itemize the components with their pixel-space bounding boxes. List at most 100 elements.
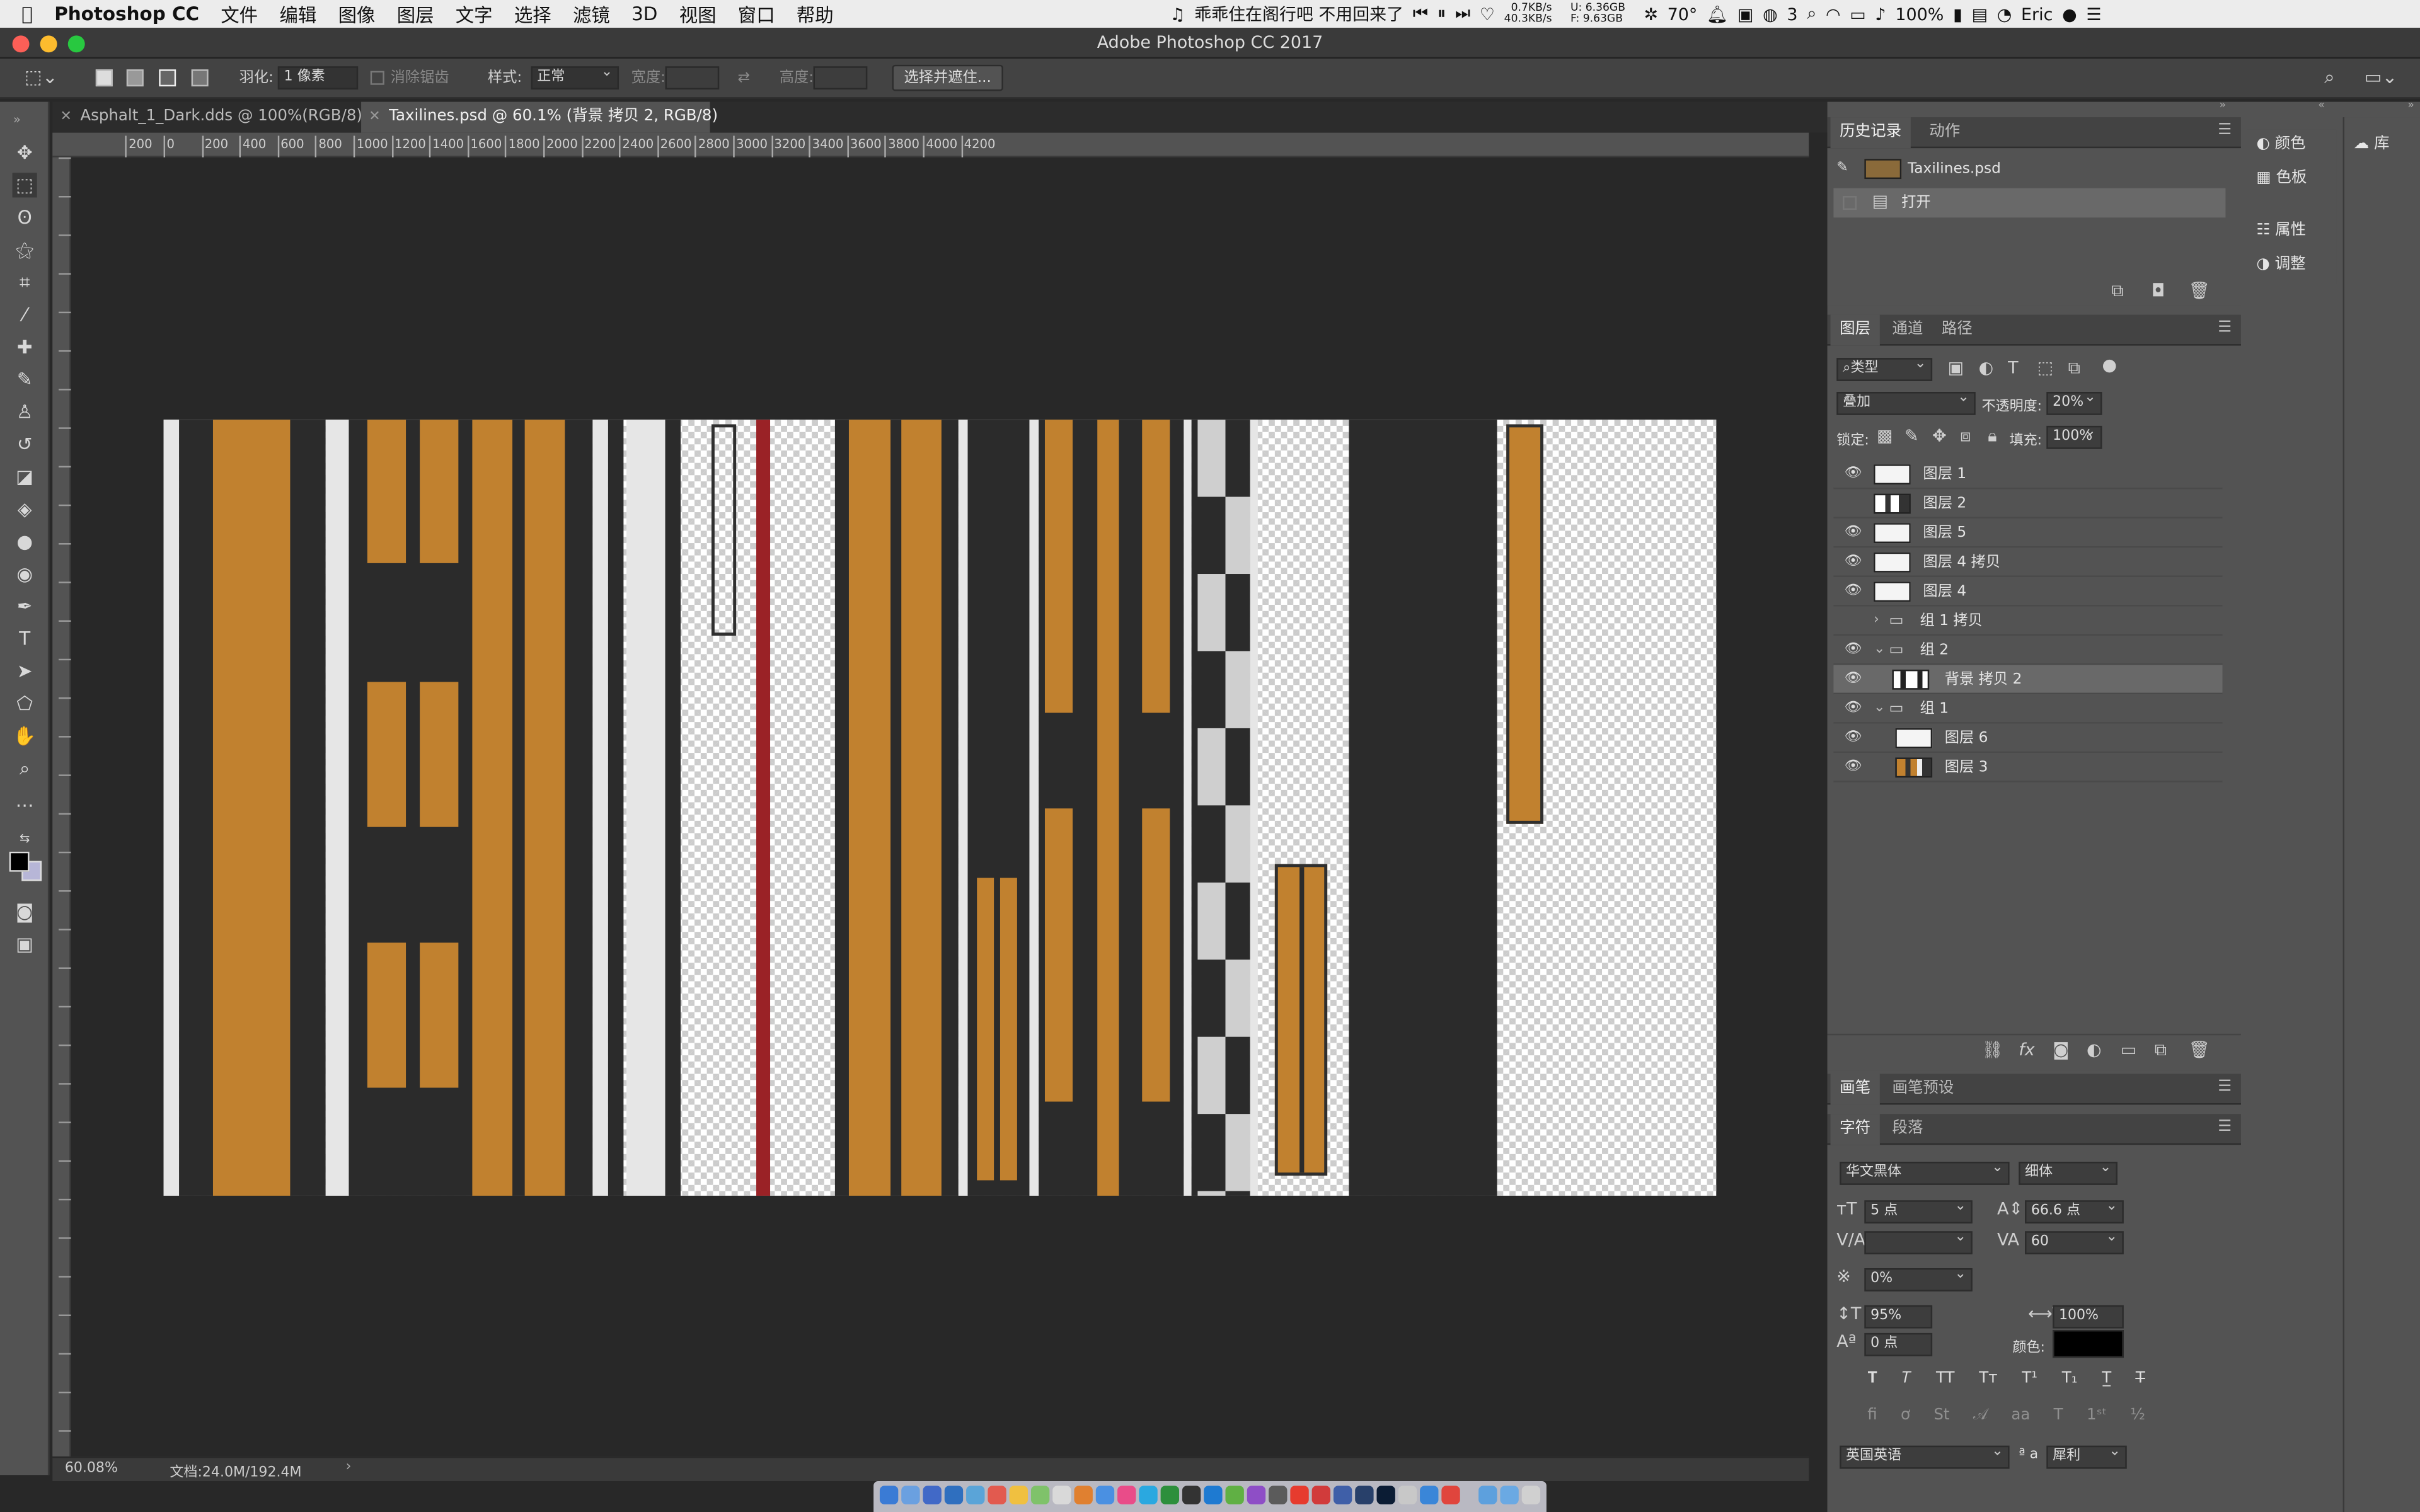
foreground-color-swatch[interactable] <box>9 851 30 872</box>
dock-app-icon[interactable] <box>1355 1486 1374 1504</box>
temperature[interactable]: 70° <box>1668 4 1698 24</box>
new-selection-icon[interactable] <box>95 69 113 87</box>
filter-adjustment-icon[interactable]: ◐ <box>1979 358 1994 379</box>
disk-usage[interactable]: U: 6.36GB F: 9.63GB <box>1570 3 1635 25</box>
dodge-tool-icon[interactable]: ◉ <box>13 561 37 586</box>
message-icon[interactable]: ▣ <box>1737 4 1753 24</box>
crop-tool-icon[interactable]: ⌗ <box>13 270 37 295</box>
new-group-icon[interactable]: ▭ <box>2121 1040 2136 1062</box>
document-size[interactable]: 文档:24.0M/192.4M <box>170 1461 301 1481</box>
history-brush-tool-icon[interactable]: ↺ <box>13 432 37 457</box>
menu-image[interactable]: 图像 <box>338 1 376 27</box>
close-tab-icon[interactable]: ✕ <box>369 102 380 133</box>
dock-app-icon[interactable] <box>988 1486 1006 1504</box>
dock-app-icon[interactable] <box>1139 1486 1158 1504</box>
dock-app-icon[interactable] <box>901 1486 920 1504</box>
path-selection-tool-icon[interactable]: ➤ <box>13 659 37 684</box>
history-snapshot[interactable]: ✎ Taxilines.psd <box>1833 154 2225 184</box>
now-playing[interactable]: 乖乖住在阁行吧 不用回来了 <box>1194 1 1403 26</box>
network-speed[interactable]: 0.7KB/s 40.3KB/s <box>1504 3 1562 25</box>
tab-brush-presets[interactable]: 画笔预设 <box>1883 1074 1963 1104</box>
minimize-window-icon[interactable] <box>40 35 57 53</box>
status-menu-icon[interactable]: › <box>346 1460 352 1475</box>
menu-app-name[interactable]: Photoshop CC <box>54 3 199 25</box>
wechat-count[interactable]: 3 <box>1787 4 1797 24</box>
filter-smart-object-icon[interactable]: ⧉ <box>2068 358 2080 379</box>
new-document-from-state-icon[interactable]: ⧉ <box>2111 281 2123 302</box>
old-style-icon[interactable]: ơ <box>1901 1407 1910 1424</box>
faux-bold-icon[interactable]: 𝐓 <box>1867 1370 1877 1387</box>
dock-app-icon[interactable] <box>1311 1486 1331 1504</box>
add-mask-icon[interactable]: ◙ <box>2053 1040 2069 1062</box>
font-size-input[interactable]: 5 点 <box>1864 1197 1973 1224</box>
strikethrough-icon[interactable]: T̶ <box>2136 1370 2145 1387</box>
more-tools-icon[interactable]: ⋯ <box>13 793 37 818</box>
eye-hidden-icon[interactable]: 👁︎ <box>1845 606 1862 636</box>
dock-folder-icon[interactable] <box>1500 1486 1519 1504</box>
tracking-input[interactable]: 60 <box>2025 1228 2124 1255</box>
menu-layer[interactable]: 图层 <box>397 1 434 27</box>
downloads-folder-icon[interactable] <box>1478 1486 1497 1504</box>
eye-icon[interactable]: 👁︎ <box>1845 577 1862 607</box>
tab-layers[interactable]: 图层 <box>1830 314 1880 346</box>
lock-image-icon[interactable]: ✎ <box>1904 426 1919 447</box>
superscript-icon[interactable]: T¹ <box>2022 1370 2037 1387</box>
notification-center-icon[interactable]: ☰ <box>2086 4 2101 24</box>
lock-all-icon[interactable]: 🔒︎ <box>1988 426 1997 447</box>
tab-brush[interactable]: 画笔 <box>1830 1074 1880 1105</box>
layer-row[interactable]: 👁︎ 图层 5 <box>1833 518 2223 548</box>
new-layer-icon[interactable]: ⧉ <box>2155 1040 2167 1062</box>
vertical-ruler[interactable] <box>52 157 71 1457</box>
camera-icon[interactable]: ◘ <box>2152 281 2165 302</box>
blend-mode-select[interactable]: 叠加 <box>1836 389 1976 415</box>
dock-app-icon[interactable] <box>1095 1486 1115 1504</box>
menu-window[interactable]: 窗口 <box>738 1 775 27</box>
clock-icon[interactable]: ◔ <box>1997 4 2012 24</box>
text-color-swatch[interactable] <box>2053 1330 2124 1358</box>
pen-tool-icon[interactable]: ✒ <box>13 594 37 619</box>
close-tab-icon[interactable]: ✕ <box>60 102 72 133</box>
intersect-selection-icon[interactable] <box>191 69 209 87</box>
leading-input[interactable]: 66.6 点 <box>2025 1197 2124 1224</box>
chevron-down-icon[interactable]: ⌄ <box>1874 694 1885 724</box>
tab-asphalt[interactable]: ✕ Asphalt_1_Dark.dds @ 100%(RGB/8) <box>52 102 362 133</box>
panel-menu-icon[interactable]: ☰ <box>2218 122 2232 139</box>
adjustments-panel-button[interactable]: ◑ 调整 <box>2256 250 2305 281</box>
layer-row[interactable]: 👁︎ 图层 4 <box>1833 577 2223 607</box>
battery-icon[interactable]: ▮ <box>1953 4 1962 24</box>
apple-icon[interactable]:  <box>21 3 33 25</box>
chevron-right-icon[interactable]: › <box>1874 606 1879 636</box>
marquee-tool-icon[interactable]: ⬚ <box>12 173 37 198</box>
vertical-scale-input[interactable]: 95% <box>1864 1305 1933 1329</box>
dock-app-icon[interactable] <box>1204 1486 1223 1504</box>
filter-shape-icon[interactable]: ⬚ <box>2037 358 2053 379</box>
subscript-icon[interactable]: T₁ <box>2062 1370 2078 1387</box>
trash-icon[interactable]: 🗑︎ <box>2189 281 2210 302</box>
finder-icon[interactable] <box>879 1486 899 1504</box>
type-tool-icon[interactable]: T <box>13 626 37 651</box>
antialias-select[interactable]: 犀利 <box>2046 1443 2127 1469</box>
underline-icon[interactable]: T̲ <box>2102 1370 2111 1387</box>
healing-brush-tool-icon[interactable]: ✚ <box>13 335 37 359</box>
dock-app-icon[interactable] <box>944 1486 964 1504</box>
history-brush-source-icon[interactable]: ✎ <box>1836 154 1848 184</box>
history-checkbox[interactable] <box>1843 196 1857 210</box>
eye-icon[interactable]: 👁︎ <box>1845 694 1862 724</box>
zoom-tool-icon[interactable]: ⌕ <box>13 756 37 781</box>
layer-group-row[interactable]: 👁︎ ⌄ ▭ 组 1 <box>1833 694 2223 724</box>
expand-panels-icon[interactable]: » <box>2220 99 2227 112</box>
marquee-preset-icon[interactable]: ⬚⌄ <box>25 66 57 89</box>
tsume-input[interactable]: 0% <box>1864 1265 1973 1292</box>
font-family-select[interactable]: 华文黑体 <box>1840 1159 2010 1185</box>
tab-paragraph[interactable]: 段落 <box>1883 1114 1932 1145</box>
font-style-select[interactable]: 细体 <box>2019 1159 2118 1185</box>
dock-app-icon[interactable] <box>1074 1486 1093 1504</box>
menu-edit[interactable]: 编辑 <box>279 1 316 27</box>
dock-app-icon[interactable] <box>1052 1486 1071 1504</box>
ordinal-1st-icon[interactable]: 1ˢᵗ <box>2087 1407 2107 1424</box>
blur-tool-icon[interactable]: ● <box>13 529 37 554</box>
ligature-icon[interactable]: ﬁ <box>1867 1407 1877 1424</box>
antialias-checkbox[interactable] <box>370 71 384 85</box>
add-selection-icon[interactable] <box>126 69 144 87</box>
close-window-icon[interactable] <box>12 35 30 53</box>
